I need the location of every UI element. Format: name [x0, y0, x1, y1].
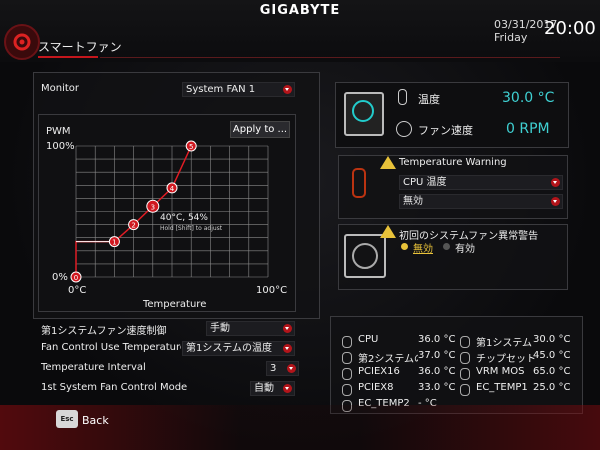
- sensor-name: 第1システム: [476, 338, 533, 349]
- sensor-name: PCIEX16: [358, 366, 400, 377]
- adjust-hint: Hold [Shift] to adjust: [160, 225, 223, 232]
- pc-case-icon: [344, 92, 384, 136]
- radio-enable-label[interactable]: 有効: [455, 240, 475, 255]
- fan-box-icon: [344, 234, 386, 278]
- thermometer-icon: [460, 368, 470, 380]
- back-button[interactable]: Back: [82, 414, 109, 427]
- sensor-name: EC_TEMP1: [476, 382, 528, 393]
- sensor-value: 36.0 °C: [418, 366, 456, 377]
- curve-point-label: 5: [189, 143, 193, 151]
- thermometer-icon: [398, 89, 407, 105]
- warning-source-select[interactable]: CPU 温度: [399, 175, 563, 190]
- fan-icon: [396, 121, 412, 137]
- sensor-value: 36.0 °C: [418, 334, 456, 345]
- sensor-value: 45.0 °C: [533, 350, 571, 361]
- curve-point-label: 2: [131, 222, 135, 230]
- thermometer-icon: [342, 352, 352, 364]
- chevron-down-icon: [283, 384, 292, 393]
- fan-speed-value: 0 RPM: [506, 121, 550, 137]
- sensor-name: 第2システムの: [358, 354, 418, 365]
- curve-point-label: 1: [112, 239, 116, 247]
- setting-select[interactable]: 手動: [206, 321, 295, 336]
- setting-label: Fan Control Use Temperature Input: [41, 342, 181, 353]
- chevron-down-icon: [283, 324, 292, 333]
- alert-warning-icon: [380, 225, 396, 238]
- setting-select[interactable]: 自動: [250, 381, 295, 396]
- fan-speed-label: ファン速度: [418, 124, 473, 137]
- sensor-value: 30.0 °C: [533, 334, 571, 345]
- setting-label: 1st System Fan Control Mode: [41, 382, 188, 393]
- esc-key-icon[interactable]: Esc: [56, 410, 78, 428]
- chevron-down-icon: [551, 197, 560, 206]
- curve-point-label: 4: [170, 185, 175, 193]
- radio-disable-label[interactable]: 無効: [413, 240, 433, 255]
- thermometer-icon: [342, 384, 352, 396]
- temperature-label: 温度: [418, 93, 440, 106]
- setting-label: 第1システムファン速度制御: [41, 326, 167, 337]
- sensor-value: 37.0 °C: [418, 350, 456, 361]
- thermometer-icon: [460, 384, 470, 396]
- temperature-value: 30.0 °C: [502, 90, 555, 106]
- setting-label: Temperature Interval: [41, 362, 146, 373]
- curve-point-label: 3: [151, 203, 155, 211]
- chevron-down-icon: [283, 344, 292, 353]
- warning-threshold-select[interactable]: 無効: [399, 194, 563, 209]
- setting-select[interactable]: 第1システムの温度: [182, 341, 295, 356]
- warning-title: Temperature Warning: [399, 157, 507, 168]
- chevron-down-icon: [551, 178, 560, 187]
- heat-thermometer-icon: [352, 168, 366, 198]
- thermometer-icon: [460, 336, 470, 348]
- sensor-name: チップセット: [476, 354, 536, 365]
- thermometer-icon: [342, 336, 352, 348]
- warning-icon: [380, 156, 396, 169]
- sensor-value: 65.0 °C: [533, 366, 571, 377]
- bottom-bar: [0, 405, 600, 450]
- sensor-name: VRM MOS: [476, 366, 525, 377]
- setting-select[interactable]: 3: [266, 361, 299, 376]
- sensor-name: CPU: [358, 334, 379, 345]
- point-readout: 40°C, 54%: [160, 213, 208, 223]
- sensor-value: 25.0 °C: [533, 382, 571, 393]
- sensor-name: PCIEX8: [358, 382, 394, 393]
- thermometer-icon: [342, 368, 352, 380]
- curve-point-label: 0: [74, 274, 78, 282]
- chevron-down-icon: [287, 364, 296, 373]
- radio-disable[interactable]: [401, 243, 408, 250]
- thermometer-icon: [460, 352, 470, 364]
- sensor-value: 33.0 °C: [418, 382, 456, 393]
- radio-enable[interactable]: [443, 243, 450, 250]
